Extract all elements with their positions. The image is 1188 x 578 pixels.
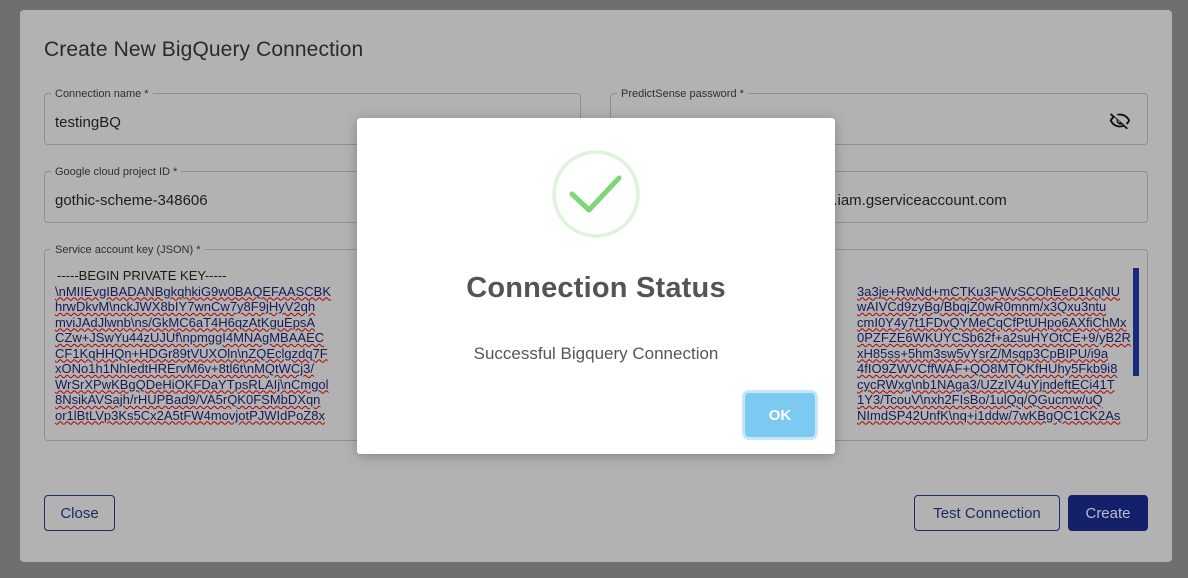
key-line: 0PZFZE6WKUYCSb62f+a2suHYOtCE+9/yB2R [857, 330, 1131, 345]
key-line: 3a3je+RwNd+mCTKu3FWvSCOhEeD1KqNU [857, 283, 1120, 299]
dialog-title: Create New BigQuery Connection [44, 38, 364, 61]
key-scrollbar-thumb[interactable] [1133, 268, 1139, 376]
service-key-label: Service account key (JSON) * [51, 245, 205, 256]
connection-name-label: Connection name * [51, 89, 153, 100]
service-key-text-right: 3a3je+RwNd+mCTKu3FWvSCOhEeD1KqNU wAIVCd9… [857, 268, 1159, 434]
key-scrollbar[interactable] [1133, 268, 1139, 434]
key-spacer [857, 268, 1159, 284]
connection-name-value: testingBQ [55, 114, 121, 131]
key-line: 4fIO9ZWVCffWAF+QO8MTQKfHUhy5Fkb9i8 [857, 361, 1118, 376]
close-button[interactable]: Close [44, 495, 115, 531]
eye-off-icon[interactable] [1109, 110, 1131, 132]
key-line: cycRWxg\nb1NAga3/UZzIV4uYjndeftECi41T [857, 376, 1115, 392]
password-label: PredictSense password * [617, 89, 748, 100]
key-line: NImdSP42UnfK\nq+i1ddw/7wKBgQC1CK2As [857, 407, 1121, 423]
modal-message: Successful Bigquery Connection [473, 344, 719, 363]
modal-title: Connection Status [466, 272, 726, 304]
test-connection-button[interactable]: Test Connection [914, 495, 1060, 531]
check-circle-icon [551, 149, 641, 239]
connection-status-modal: Connection Status Successful Bigquery Co… [357, 118, 835, 454]
project-id-label: Google cloud project ID * [51, 167, 182, 178]
service-account-email-value: 6.iam.gserviceaccount.com [825, 192, 1007, 209]
key-line: cmI0Y4y7t1FDvQYMeCqCfPtUHpo6AXfiChMx [857, 314, 1127, 330]
ok-button[interactable]: OK [745, 393, 815, 437]
key-line: 1Y3/TcouV\nxh2FIsBo/1ulQq/QGucmw/uQ [857, 392, 1103, 407]
key-line: xH85ss+5hm3sw5vYsrZ/Msqp3CpBIPU/i9a [857, 345, 1109, 361]
key-line: wAIVCd9zyBg/BbqjZ0wR0mnm/x3Qxu3ntu [857, 299, 1107, 314]
create-button[interactable]: Create [1068, 495, 1148, 531]
project-id-value: gothic-scheme-348606 [55, 192, 208, 209]
